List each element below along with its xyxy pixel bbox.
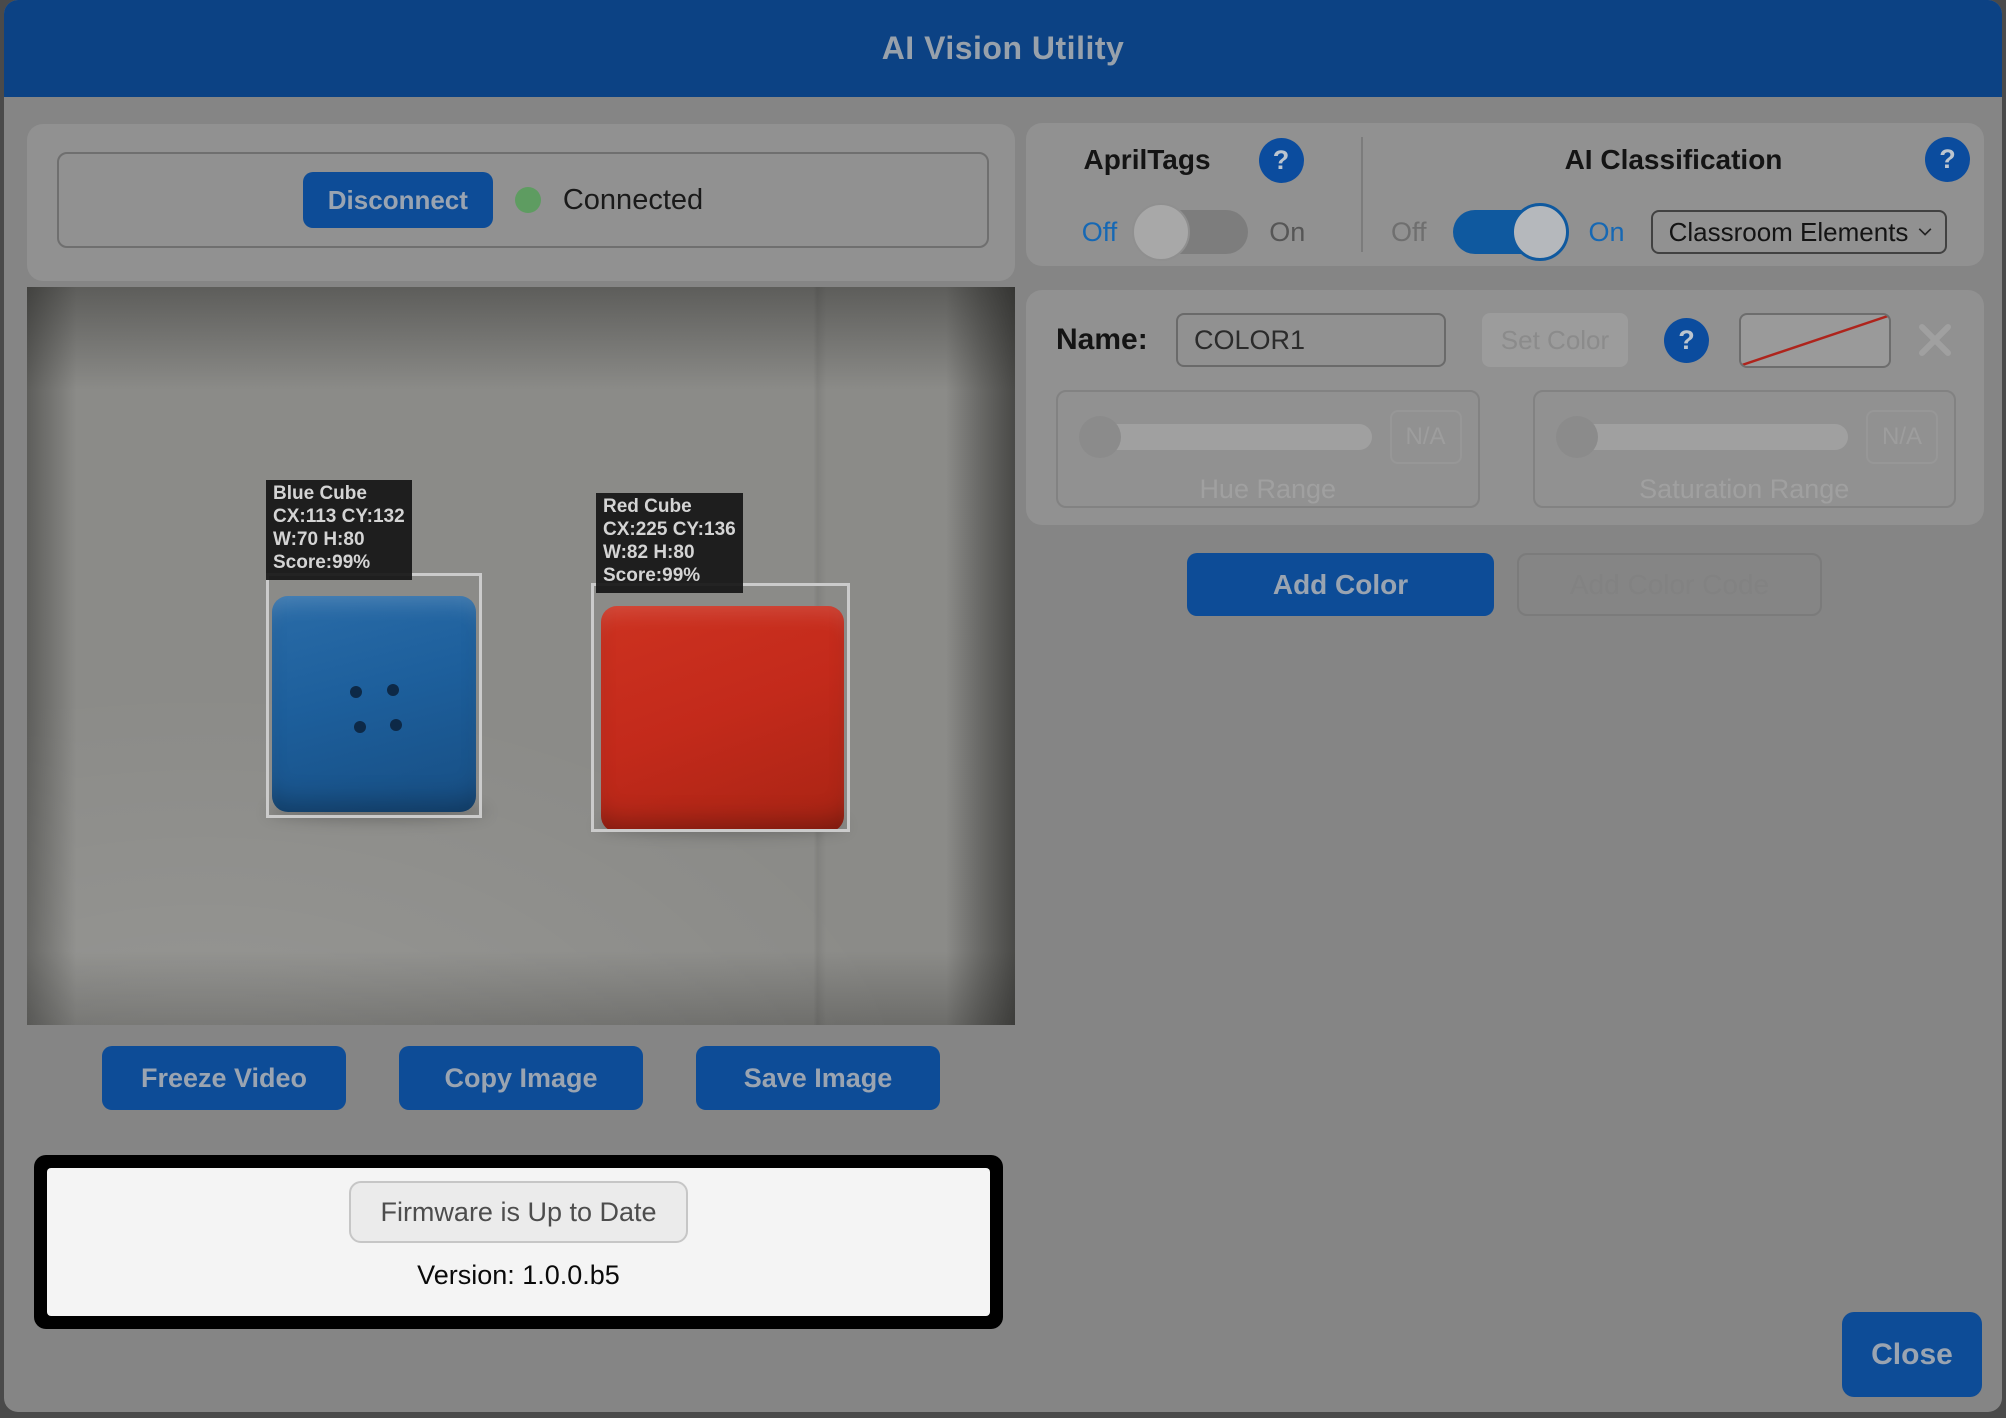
ai-classification-section: AI Classification ? Off On Classroom Ele…: [1363, 123, 1984, 266]
dialog-header: AI Vision Utility: [4, 0, 2002, 97]
add-color-code-button[interactable]: Add Color Code: [1517, 553, 1822, 616]
ai-classification-help-icon[interactable]: ?: [1925, 137, 1970, 182]
save-image-button[interactable]: Save Image: [696, 1046, 940, 1110]
ai-model-select[interactable]: Classroom Elements: [1651, 210, 1947, 254]
detection-center: CX:225 CY:136: [603, 518, 736, 541]
toggle-knob: [1511, 203, 1569, 261]
blue-cube-detection-box: [266, 573, 482, 818]
detection-name: Red Cube: [603, 495, 736, 518]
color-name-input[interactable]: [1176, 313, 1446, 367]
camera-feed: Blue CubeCX:113 CY:132W:70 H:80Score:99%…: [27, 287, 1015, 1025]
hue-range-value: N/A: [1390, 410, 1462, 464]
blue-cube-detection-label: Blue CubeCX:113 CY:132W:70 H:80Score:99%: [266, 480, 412, 580]
connection-status-text: Connected: [563, 184, 703, 217]
hue-range-box: N/A Hue Range: [1056, 390, 1480, 508]
ai-classification-toggle[interactable]: [1453, 210, 1563, 254]
hue-range-label: Hue Range: [1058, 474, 1478, 505]
connection-status-dot: [515, 187, 541, 213]
detection-score: Score:99%: [273, 551, 405, 574]
firmware-status-button[interactable]: Firmware is Up to Date: [349, 1181, 688, 1243]
detection-modes-card: AprilTags ? Off On AI Classification ? O…: [1026, 123, 1984, 266]
disconnect-button[interactable]: Disconnect: [303, 172, 493, 228]
color-config-card: Name: Set Color ? N/A Hue Range: [1026, 290, 1984, 525]
detection-size: W:70 H:80: [273, 528, 405, 551]
detection-center: CX:113 CY:132: [273, 505, 405, 528]
add-color-button[interactable]: Add Color: [1187, 553, 1494, 616]
close-button[interactable]: Close: [1842, 1312, 1982, 1397]
firmware-version-text: Version: 1.0.0.b5: [417, 1260, 620, 1291]
ai-classification-title: AI Classification: [1565, 144, 1783, 176]
apriltags-title: AprilTags: [1083, 144, 1210, 176]
color-name-row: Name: Set Color ?: [1056, 312, 1956, 368]
connection-card: Disconnect Connected: [27, 124, 1015, 281]
ai-classification-off-label: Off: [1391, 217, 1427, 248]
red-cube-detection-box: [591, 583, 850, 832]
remove-color-icon[interactable]: [1917, 322, 1953, 358]
ai-vision-utility-dialog: AI Vision Utility Disconnect Connected: [4, 0, 2002, 1412]
saturation-range-label: Saturation Range: [1535, 474, 1955, 505]
copy-image-button[interactable]: Copy Image: [399, 1046, 643, 1110]
set-color-button[interactable]: Set Color: [1482, 313, 1628, 367]
saturation-range-value: N/A: [1866, 410, 1938, 464]
apriltags-off-label: Off: [1082, 217, 1118, 248]
screen: AI Vision Utility Disconnect Connected: [0, 0, 2006, 1418]
freeze-video-button[interactable]: Freeze Video: [102, 1046, 346, 1110]
hue-range-slider[interactable]: [1088, 424, 1372, 450]
apriltags-toggle[interactable]: [1138, 210, 1248, 254]
page-title: AI Vision Utility: [882, 30, 1125, 67]
apriltags-section: AprilTags ? Off On: [1026, 123, 1361, 266]
detection-name: Blue Cube: [273, 482, 405, 505]
apriltags-help-icon[interactable]: ?: [1259, 138, 1304, 183]
ai-model-selected-value: Classroom Elements: [1669, 217, 1909, 248]
detection-score: Score:99%: [603, 564, 736, 587]
color-swatch-empty: [1739, 313, 1891, 368]
saturation-range-box: N/A Saturation Range: [1533, 390, 1957, 508]
detection-size: W:82 H:80: [603, 541, 736, 564]
ai-classification-on-label: On: [1589, 217, 1625, 248]
color-help-icon[interactable]: ?: [1664, 318, 1709, 363]
slider-knob[interactable]: [1079, 416, 1121, 458]
video-controls: Freeze Video Copy Image Save Image: [27, 1046, 1015, 1110]
apriltags-on-label: On: [1269, 217, 1305, 248]
connection-status-box: Disconnect Connected: [57, 152, 989, 248]
color-name-label: Name:: [1056, 323, 1164, 357]
chevron-down-icon: [1918, 225, 1932, 239]
color-sliders-row: N/A Hue Range N/A Saturation Range: [1056, 390, 1956, 508]
slider-knob[interactable]: [1556, 416, 1598, 458]
toggle-knob: [1132, 203, 1190, 261]
no-color-diagonal-icon: [1741, 315, 1889, 366]
firmware-panel: Firmware is Up to Date Version: 1.0.0.b5: [47, 1168, 990, 1316]
saturation-range-slider[interactable]: [1565, 424, 1849, 450]
red-cube-detection-label: Red CubeCX:225 CY:136W:82 H:80Score:99%: [596, 493, 743, 593]
firmware-highlight-frame: Firmware is Up to Date Version: 1.0.0.b5: [34, 1155, 1003, 1329]
